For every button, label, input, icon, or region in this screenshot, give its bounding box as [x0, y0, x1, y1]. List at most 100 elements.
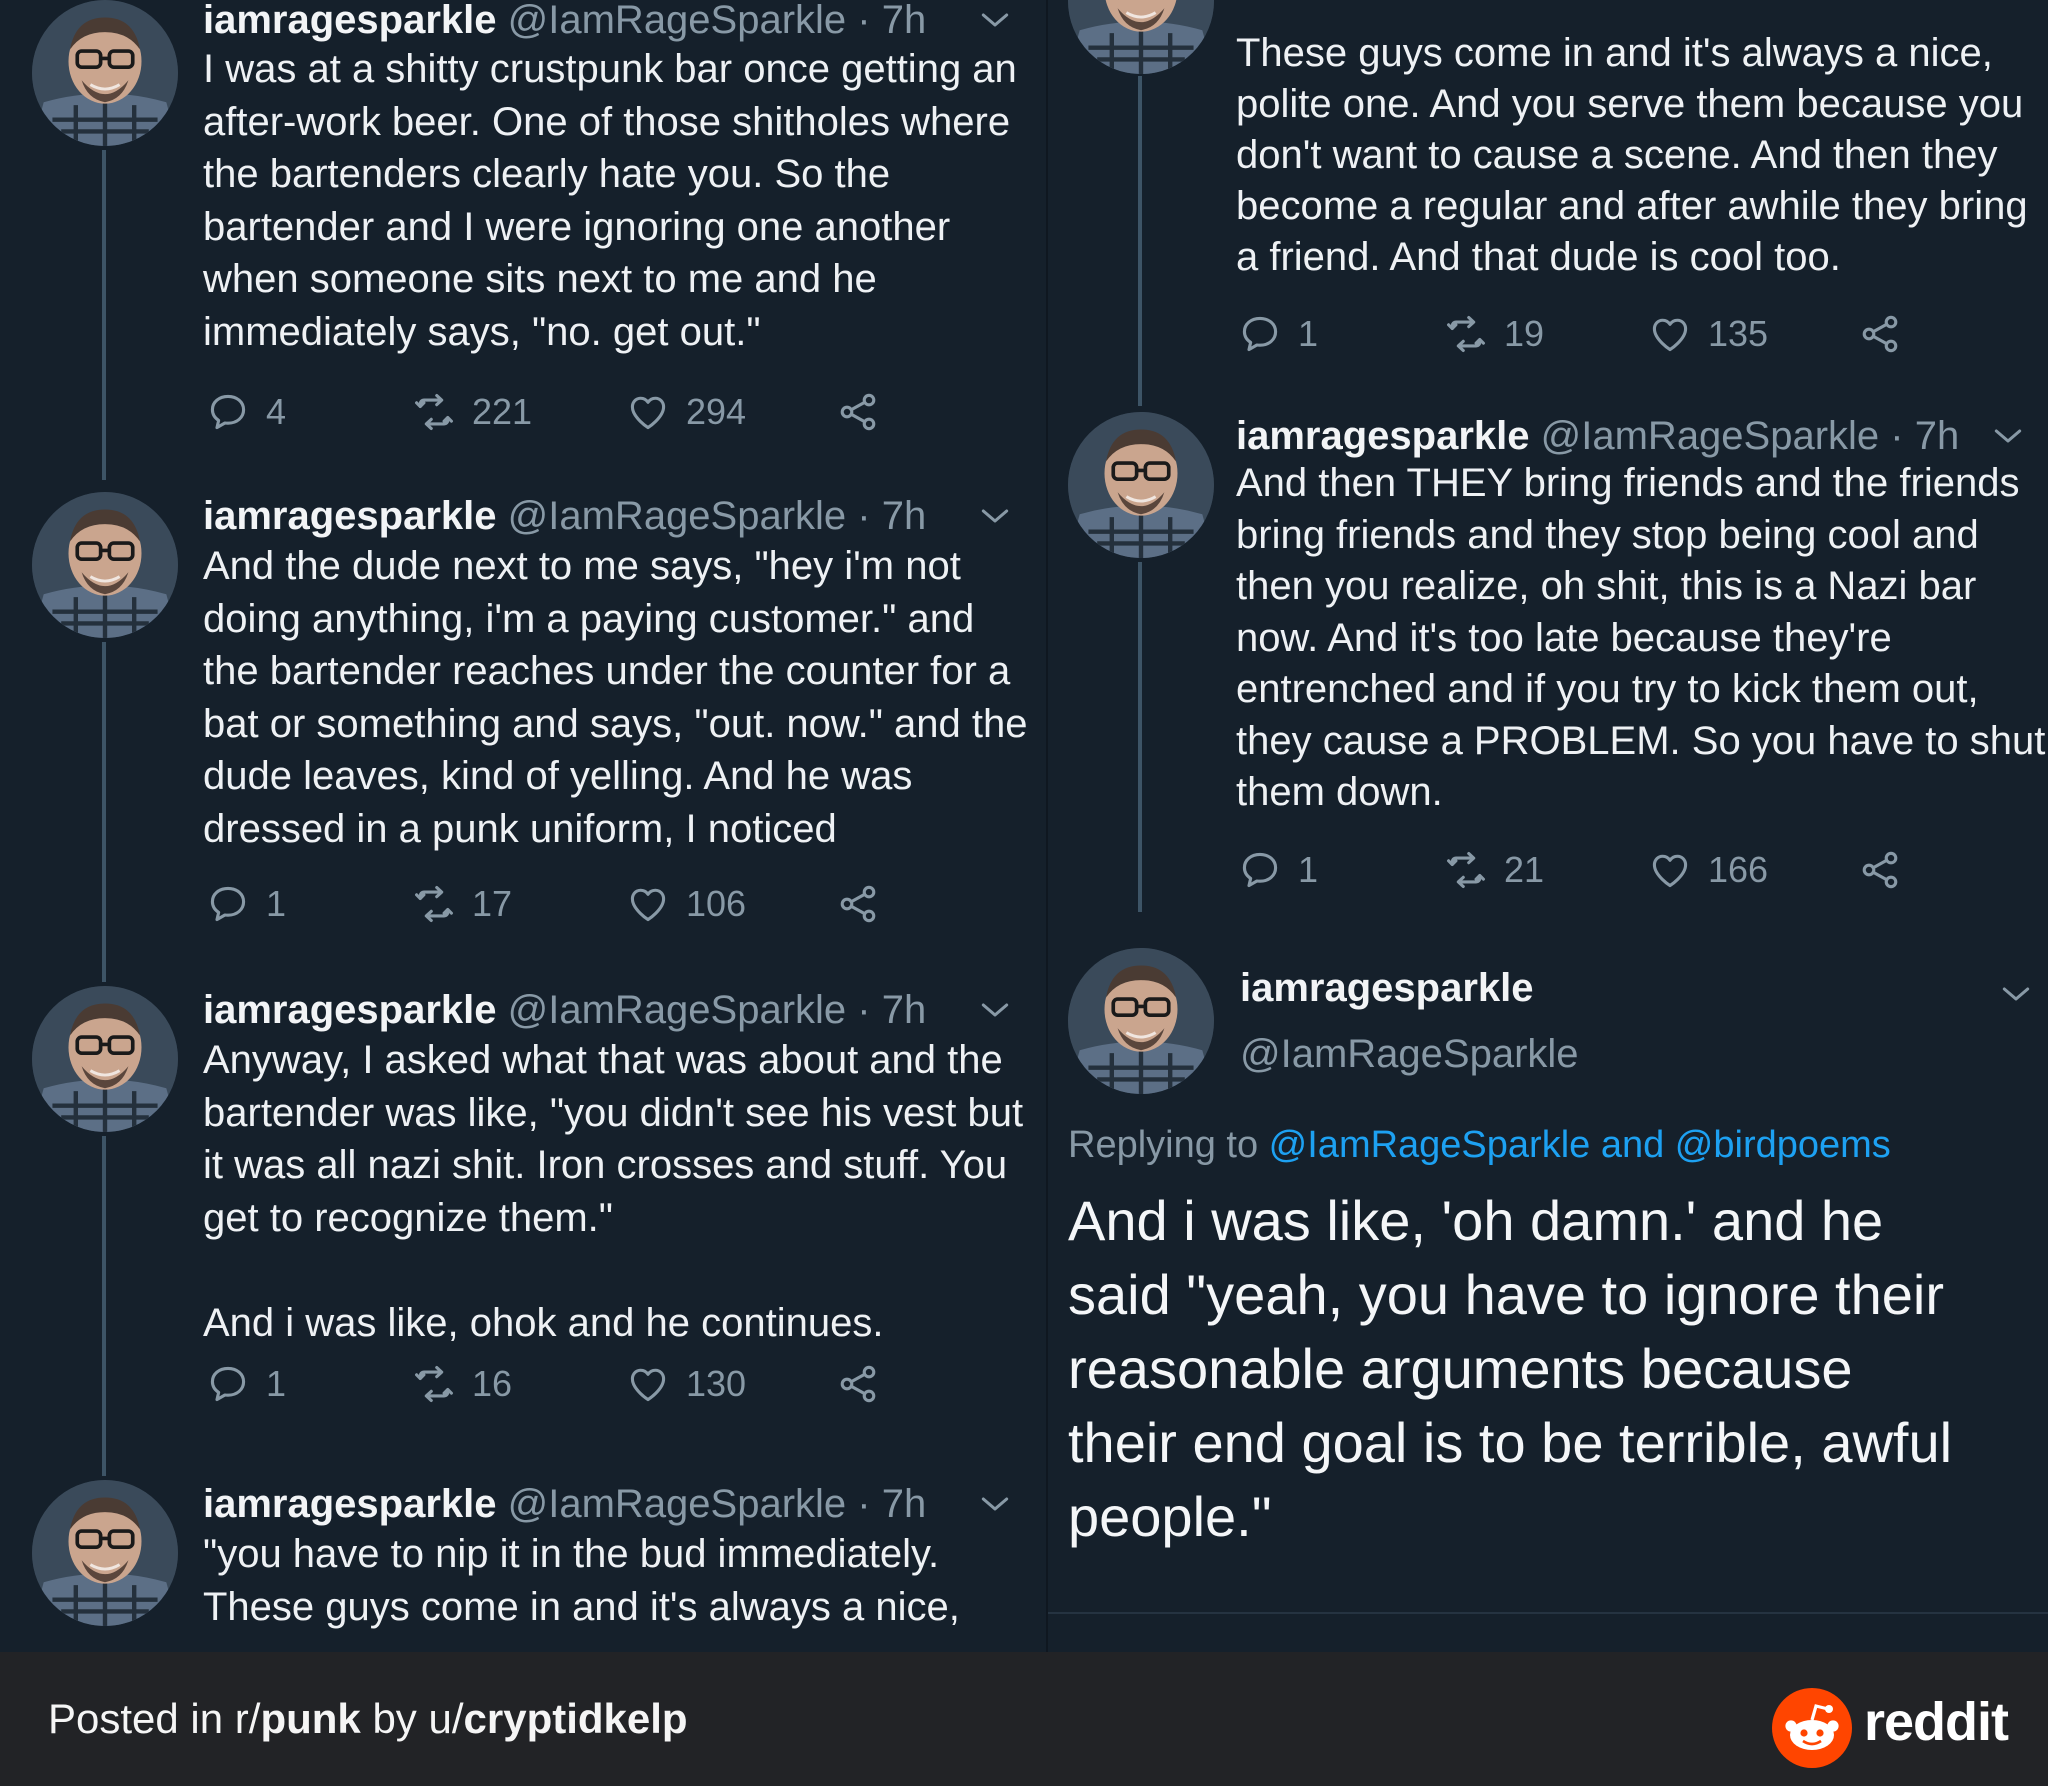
share-button[interactable]: [836, 384, 880, 440]
share-icon: [836, 1362, 880, 1406]
chevron-down-icon[interactable]: [975, 0, 1015, 40]
chevron-down-icon[interactable]: [975, 990, 1015, 1030]
tweet-text: And the dude next to me says, "hey i'm n…: [203, 544, 1028, 851]
chevron-down-icon[interactable]: [975, 496, 1015, 536]
share-button[interactable]: [836, 876, 880, 932]
like-button[interactable]: 130: [626, 1356, 746, 1412]
reddit-logo: [1772, 1688, 1852, 1768]
handle[interactable]: @IamRageSparkle · 7h: [508, 988, 927, 1032]
display-name[interactable]: iamragesparkle: [1240, 964, 1534, 1012]
like-icon: [626, 882, 670, 926]
tweet-actions: 1 21 166: [1238, 842, 1938, 898]
replying-mentions[interactable]: @IamRageSparkle and @birdpoems: [1269, 1124, 1891, 1166]
replying-prefix: Replying to: [1068, 1124, 1269, 1166]
tweet-text: Anyway, I asked what that was about and …: [203, 1038, 1024, 1345]
chevron-down-icon[interactable]: [1996, 974, 2036, 1014]
like-count: 130: [686, 1363, 747, 1404]
display-name[interactable]: iamragesparkle: [1236, 414, 1530, 458]
share-button[interactable]: [1858, 306, 1902, 362]
tweet[interactable]: iamragesparkle @IamRageSparkle · 7h And …: [1048, 412, 2048, 952]
handle[interactable]: @IamRageSparkle · 7h: [508, 0, 927, 42]
reddit-wordmark: reddit: [1864, 1692, 2009, 1752]
tweet[interactable]: iamragesparkle @IamRageSparkle · 7h And …: [0, 492, 1048, 982]
avatar[interactable]: [32, 986, 178, 1132]
reply-count: 1: [1298, 849, 1319, 890]
reply-button[interactable]: 4: [206, 384, 286, 440]
share-button[interactable]: [1858, 842, 1902, 898]
reply-count: 1: [266, 883, 287, 924]
avatar[interactable]: [1068, 948, 1214, 1094]
retweet-button[interactable]: 221: [412, 384, 532, 440]
retweet-count: 221: [472, 391, 533, 432]
share-icon: [836, 882, 880, 926]
left-thread-column: iamragesparkle @IamRageSparkle · 7h I wa…: [0, 0, 1048, 1652]
tweet-actions: 1 16 130: [206, 1356, 886, 1412]
like-icon: [1648, 848, 1692, 892]
retweet-count: 16: [472, 1363, 513, 1404]
retweet-button[interactable]: 17: [412, 876, 512, 932]
tweet-text: "you have to nip it in the bud immediate…: [203, 1532, 960, 1629]
reply-count: 1: [266, 1363, 287, 1404]
reply-button[interactable]: 1: [206, 876, 286, 932]
main-tweet-text: And i was like, 'oh damn.' and he said "…: [1068, 1189, 1953, 1548]
main-tweet[interactable]: iamragesparkle @IamRageSparkle Replying …: [1048, 948, 2048, 1608]
reply-button[interactable]: 1: [1238, 842, 1318, 898]
tweet-header: iamragesparkle @IamRageSparkle · 7h: [203, 986, 926, 1034]
like-count: 135: [1708, 313, 1769, 354]
retweet-button[interactable]: 21: [1444, 842, 1544, 898]
display-name[interactable]: iamragesparkle: [203, 1482, 497, 1526]
like-count: 106: [686, 883, 747, 924]
reply-button[interactable]: 1: [206, 1356, 286, 1412]
tweet[interactable]: iamragesparkle @IamRageSparkle · 7h "you…: [0, 1480, 1048, 1652]
display-name[interactable]: iamragesparkle: [203, 0, 497, 42]
avatar[interactable]: [32, 0, 178, 146]
user-link[interactable]: cryptidkelp: [464, 1695, 688, 1742]
like-button[interactable]: 166: [1648, 842, 1768, 898]
reply-icon: [206, 1362, 250, 1406]
divider: [1048, 1612, 2048, 1614]
reddit-footer: Posted in r/punk by u/cryptidkelp reddit: [0, 1652, 2048, 1786]
thread-line: [102, 1136, 106, 1476]
display-name[interactable]: iamragesparkle: [203, 988, 497, 1032]
handle[interactable]: @IamRageSparkle: [1240, 1030, 1579, 1078]
like-icon: [1648, 312, 1692, 356]
share-icon: [1858, 848, 1902, 892]
chevron-down-icon[interactable]: [1988, 416, 2028, 456]
like-count: 166: [1708, 849, 1769, 890]
retweet-button[interactable]: 19: [1444, 306, 1544, 362]
retweet-icon: [1444, 848, 1488, 892]
tweet[interactable]: These guys come in and it's always a nic…: [1048, 0, 2048, 406]
tweet[interactable]: iamragesparkle @IamRageSparkle · 7h Anyw…: [0, 986, 1048, 1476]
tweet[interactable]: iamragesparkle @IamRageSparkle · 7h I wa…: [0, 0, 1048, 480]
tweet-text: And then THEY bring friends and the frie…: [1236, 461, 2046, 814]
tweet-actions: 1 17 106: [206, 876, 886, 932]
like-button[interactable]: 135: [1648, 306, 1768, 362]
handle[interactable]: @IamRageSparkle · 7h: [1541, 414, 1960, 458]
share-button[interactable]: [836, 1356, 880, 1412]
retweet-count: 17: [472, 883, 513, 924]
subreddit-link[interactable]: punk: [260, 1695, 360, 1742]
retweet-button[interactable]: 16: [412, 1356, 512, 1412]
avatar[interactable]: [32, 1480, 178, 1626]
avatar[interactable]: [1068, 412, 1214, 558]
handle[interactable]: @IamRageSparkle · 7h: [508, 494, 927, 538]
reply-button[interactable]: 1: [1238, 306, 1318, 362]
tweet-actions: 4 221 294: [206, 384, 886, 440]
display-name[interactable]: iamragesparkle: [203, 494, 497, 538]
like-button[interactable]: 106: [626, 876, 746, 932]
thread-line: [1138, 562, 1142, 912]
like-button[interactable]: 294: [626, 384, 746, 440]
post-attribution: Posted in r/punk by u/cryptidkelp: [48, 1694, 688, 1744]
share-icon: [836, 390, 880, 434]
avatar[interactable]: [1068, 0, 1214, 74]
tweet-actions: 1 19 135: [1238, 306, 1938, 362]
chevron-down-icon[interactable]: [975, 1484, 1015, 1524]
tweet-text: These guys come in and it's always a nic…: [1236, 31, 2028, 279]
handle[interactable]: @IamRageSparkle · 7h: [508, 1482, 927, 1526]
avatar[interactable]: [32, 492, 178, 638]
share-icon: [1858, 312, 1902, 356]
reply-icon: [1238, 312, 1282, 356]
replying-to: Replying to @IamRageSparkle and @birdpoe…: [1068, 1122, 1891, 1168]
tweet-text: I was at a shitty crustpunk bar once get…: [203, 47, 1017, 354]
retweet-icon: [412, 1362, 456, 1406]
